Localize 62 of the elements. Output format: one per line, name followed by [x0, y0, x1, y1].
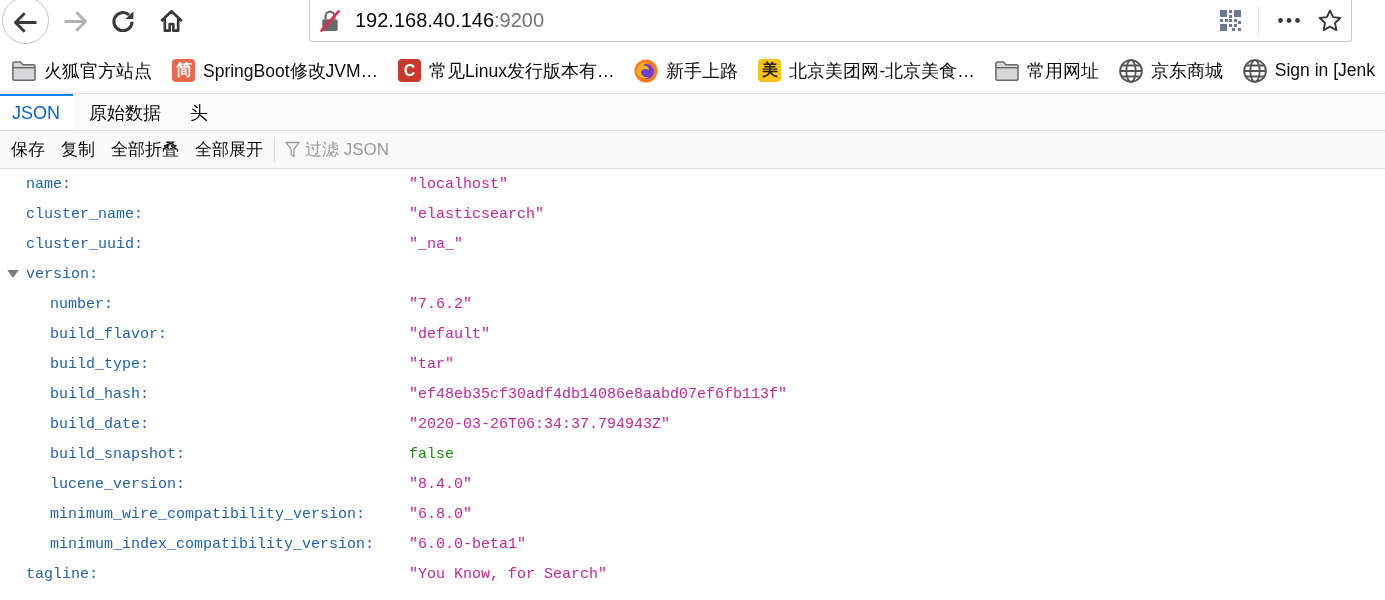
json-key: name:	[26, 175, 71, 193]
json-key: minimum_index_compatibility_version:	[50, 535, 375, 553]
home-icon	[159, 10, 183, 32]
json-value: false	[409, 445, 454, 463]
bookmark-item[interactable]: 火狐官方站点	[12, 58, 152, 83]
json-value: "default"	[409, 325, 490, 343]
toolbar-button[interactable]: 复制	[53, 134, 103, 165]
json-key: cluster_name:	[26, 205, 144, 223]
json-value: "elasticsearch"	[409, 205, 545, 223]
toolbar-button[interactable]: 保存	[3, 134, 53, 165]
bookmark-item[interactable]: 简 SpringBoot修改JVM…	[172, 58, 379, 83]
bookmark-item[interactable]: 常用网址	[994, 58, 1099, 83]
bookmark-item[interactable]: 美 北京美团网-北京美食…	[758, 58, 975, 83]
bookmark-item[interactable]: Sign in [Jenk	[1242, 58, 1375, 83]
json-key: build_hash:	[50, 385, 150, 403]
json-value: "6.8.0"	[409, 505, 472, 523]
json-value: "7.6.2"	[409, 295, 472, 313]
url-text[interactable]: 192.168.40.146:9200	[355, 9, 545, 32]
filter-field[interactable]: 过滤 JSON	[305, 137, 505, 162]
json-key: minimum_wire_compatibility_version:	[50, 505, 366, 523]
toolbar-button[interactable]: 全部展开	[187, 134, 271, 165]
site-letter-icon: 美	[758, 59, 782, 82]
json-value: "localhost"	[409, 175, 509, 193]
json-value: "2020-03-26T06:34:37.794943Z"	[409, 415, 671, 433]
json-value: "You Know, for Search"	[409, 565, 608, 583]
json-key: build_flavor:	[50, 325, 168, 343]
globe-icon	[1118, 58, 1143, 83]
arrow-right-icon	[63, 10, 87, 32]
folder-icon	[994, 60, 1019, 81]
collapse-triangle-icon[interactable]	[7, 270, 19, 278]
json-key: tagline:	[26, 565, 98, 583]
reload-icon	[112, 10, 134, 32]
json-value: "_na_"	[409, 235, 463, 253]
globe-icon	[1242, 58, 1267, 83]
more-icon[interactable]	[1278, 18, 1300, 23]
bookmark-item[interactable]: 京东商城	[1118, 58, 1223, 83]
bookmark-item[interactable]: 新手上路	[634, 58, 739, 83]
folder-icon	[12, 60, 36, 81]
json-value: "tar"	[409, 355, 454, 373]
funnel-icon	[285, 141, 300, 158]
qr-code-icon[interactable]	[1220, 10, 1241, 31]
json-key: build_date:	[50, 415, 150, 433]
tab[interactable]: 原始数据	[77, 94, 174, 130]
site-letter-icon: C	[398, 59, 422, 82]
json-value: "8.4.0"	[409, 475, 472, 493]
flame-globe-icon	[634, 58, 659, 83]
address-field[interactable]: 192.168.40.146:9200	[309, 0, 1352, 42]
json-key: version:	[26, 265, 98, 283]
json-value: "6.0.0-beta1"	[409, 535, 527, 553]
tab[interactable]: JSON	[0, 94, 73, 130]
json-key: build_snapshot:	[50, 445, 186, 463]
json-key: lucene_version:	[50, 475, 186, 493]
json-key: build_type:	[50, 355, 150, 373]
star-icon[interactable]	[1318, 9, 1342, 32]
bookmark-item[interactable]: C 常见Linux发行版本有…	[398, 58, 615, 83]
json-value: "ef48eb35cf30adf4db14086e8aabd07ef6fb113f"	[409, 385, 788, 403]
json-key: cluster_uuid:	[26, 235, 144, 253]
tab[interactable]: 头	[178, 94, 221, 130]
arrow-left-icon	[13, 11, 38, 33]
json-key: number:	[50, 295, 113, 313]
toolbar-button[interactable]: 全部折叠	[103, 134, 187, 165]
site-letter-icon: 简	[172, 59, 195, 82]
